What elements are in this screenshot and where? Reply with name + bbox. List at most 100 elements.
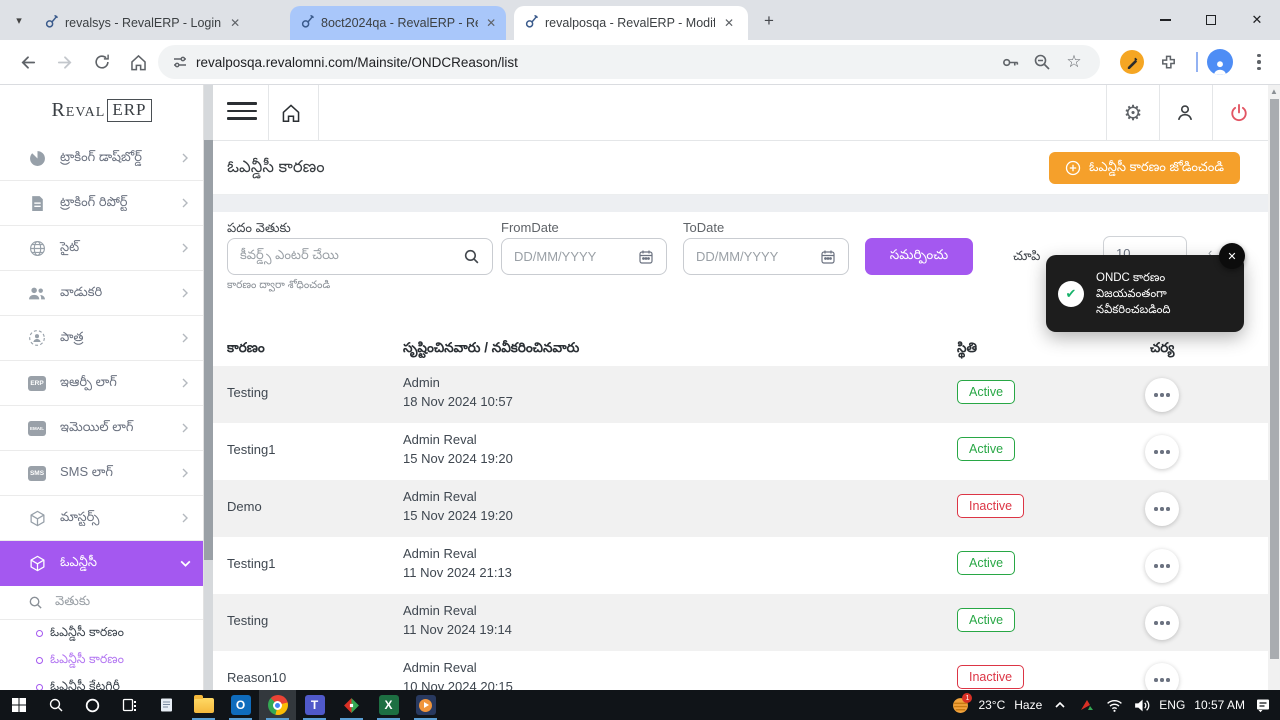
sidebar-item-menu[interactable]: పాత్ర bbox=[0, 316, 203, 361]
row-actions-ellipsis-button[interactable] bbox=[1145, 378, 1179, 412]
taskbar-notepad-icon[interactable] bbox=[148, 690, 185, 720]
showing-label: చూపి bbox=[1013, 248, 1040, 267]
browser-menu-kebab-icon[interactable] bbox=[1246, 49, 1272, 75]
sidebar: RevalERP ట్రాకింగ్ డాష్‌బోర్డ్ట్రాకింగ్ … bbox=[0, 85, 204, 690]
back-icon[interactable] bbox=[14, 48, 42, 76]
sidebar-item-menu[interactable]: సైట్ bbox=[0, 226, 203, 271]
sidebar-item-menu[interactable]: మాస్టర్స్ bbox=[0, 496, 203, 541]
extension-colorzilla-icon[interactable] bbox=[1119, 49, 1145, 75]
add-ondc-reason-button[interactable]: ఓఎన్డీసీ కారణం జోడించండి bbox=[1049, 152, 1240, 184]
sidebar-item-menu[interactable]: ట్రాకింగ్ రిపోర్ట్ bbox=[0, 181, 203, 226]
row-actions-ellipsis-button[interactable] bbox=[1145, 549, 1179, 583]
tray-condition[interactable]: Haze bbox=[1014, 698, 1042, 712]
todate-input[interactable]: DD/MM/YYYY bbox=[683, 238, 849, 275]
taskbar-chrome-icon[interactable] bbox=[259, 690, 296, 720]
toast-close-icon[interactable]: ✕ bbox=[1219, 243, 1245, 269]
volume-icon[interactable] bbox=[1132, 696, 1150, 714]
new-tab-button[interactable]: + bbox=[756, 8, 782, 34]
status-badge: Active bbox=[957, 380, 1015, 404]
sidebar-item-menu[interactable]: EMAILఇమెయిల్ లాగ్ bbox=[0, 406, 203, 451]
taskbar-media-player-icon[interactable] bbox=[407, 690, 444, 720]
users-icon bbox=[28, 284, 46, 302]
status-badge: Active bbox=[957, 551, 1015, 575]
site-info-icon[interactable] bbox=[172, 54, 188, 70]
taskbar-windows-start-icon[interactable] bbox=[0, 690, 37, 720]
url-bar[interactable]: revalposqa.revalomni.com/Mainsite/ONDCRe… bbox=[158, 45, 1100, 79]
fromdate-label: FromDate bbox=[501, 220, 559, 235]
sidebar-subitem[interactable]: ఓఎన్డీసీ కారణం bbox=[0, 647, 203, 674]
bookmark-star-icon[interactable]: ☆ bbox=[1062, 50, 1086, 74]
extensions-puzzle-icon[interactable] bbox=[1155, 49, 1181, 75]
sidebar-item-menu[interactable]: ERPఇఆర్పీ లాగ్ bbox=[0, 361, 203, 406]
row-actions-ellipsis-button[interactable] bbox=[1145, 435, 1179, 469]
keyword-search-input[interactable]: కీవర్డ్స్ ఎంటర్ చేయి bbox=[227, 238, 493, 275]
minimize-button[interactable] bbox=[1142, 0, 1188, 40]
close-window-button[interactable]: ✕ bbox=[1234, 0, 1280, 40]
browser-home-icon[interactable] bbox=[124, 48, 152, 76]
browser-tab[interactable]: revalposqa - RevalERP - Modify✕ bbox=[514, 6, 748, 40]
sidebar-item-label: సైట్ bbox=[60, 239, 79, 258]
sidebar-submenu-search[interactable]: వెతుకు bbox=[0, 586, 203, 620]
sidebar-item-label: ట్రాకింగ్ డాష్‌బోర్డ్ bbox=[60, 149, 142, 168]
action-center-icon[interactable] bbox=[1254, 696, 1272, 714]
clock[interactable]: 10:57 AM bbox=[1194, 698, 1245, 712]
status-badge: Inactive bbox=[957, 494, 1024, 518]
scrollbar-up-arrow[interactable]: ▲ bbox=[1270, 87, 1278, 96]
weather-icon[interactable]: 1 bbox=[951, 696, 969, 714]
language-indicator[interactable]: ENG bbox=[1159, 698, 1185, 712]
row-actions-ellipsis-button[interactable] bbox=[1145, 492, 1179, 526]
table-row: Testing1Admin Reval11 Nov 2024 21:13Acti… bbox=[213, 537, 1268, 594]
tray-temperature[interactable]: 23°C bbox=[978, 698, 1005, 712]
url-text[interactable]: revalposqa.revalomni.com/Mainsite/ONDCRe… bbox=[196, 55, 518, 70]
sidebar-item-menu[interactable]: ట్రాకింగ్ డాష్‌బోర్డ్ bbox=[0, 136, 203, 181]
submit-button[interactable]: సమర్పించు bbox=[865, 238, 973, 275]
password-key-icon[interactable] bbox=[998, 50, 1022, 74]
profile-avatar[interactable] bbox=[1207, 49, 1233, 75]
browser-tab-strip: ▾ revalsys - RevalERP - Login✕ 8oct2024qa… bbox=[0, 0, 1280, 40]
taskbar-shapes-app-icon[interactable] bbox=[333, 690, 370, 720]
taskbar-task-view-icon[interactable] bbox=[111, 690, 148, 720]
zoom-indicator-icon[interactable] bbox=[1030, 50, 1054, 74]
browser-tab[interactable]: 8oct2024qa - RevalERP - Return✕ bbox=[290, 6, 506, 40]
tab-close-icon[interactable]: ✕ bbox=[484, 15, 498, 31]
hidden-icons-chevron[interactable] bbox=[1051, 696, 1069, 714]
logout-power-icon[interactable] bbox=[1225, 99, 1253, 127]
app-home-icon[interactable] bbox=[277, 99, 305, 127]
sidebar-item-ondc[interactable]: ఓఎన్డీసీ bbox=[0, 541, 203, 586]
forward-icon[interactable] bbox=[50, 48, 78, 76]
badge-icon: ERP bbox=[28, 374, 46, 392]
taskbar-excel-icon[interactable]: X bbox=[370, 690, 407, 720]
settings-gear-icon[interactable]: ⚙ bbox=[1119, 99, 1147, 127]
scrollbar-thumb[interactable] bbox=[1270, 99, 1279, 659]
fromdate-input[interactable]: DD/MM/YYYY bbox=[501, 238, 667, 275]
taskbar-taskbar-search-icon[interactable] bbox=[37, 690, 74, 720]
cell-reason: Reason10 bbox=[227, 670, 286, 685]
keyword-label: పదం వెతుకు bbox=[227, 220, 291, 239]
tab-search-chevron-icon[interactable]: ▾ bbox=[6, 7, 32, 33]
page-scrollbar[interactable]: ▲ bbox=[1268, 85, 1280, 690]
tab-close-icon[interactable]: ✕ bbox=[227, 15, 243, 31]
user-account-icon[interactable] bbox=[1171, 99, 1199, 127]
weather-badge: 1 bbox=[962, 693, 972, 703]
taskbar-file-explorer-icon[interactable] bbox=[185, 690, 222, 720]
reload-icon[interactable] bbox=[88, 48, 116, 76]
sidebar-item-menu[interactable]: SMSSMS లాగ్ bbox=[0, 451, 203, 496]
browser-tab[interactable]: revalsys - RevalERP - Login✕ bbox=[34, 6, 278, 40]
taskbar-teams-icon[interactable]: T bbox=[296, 690, 333, 720]
hamburger-menu-icon[interactable] bbox=[227, 102, 257, 120]
sidebar-subitem[interactable]: ఓఎన్డీసీ కారణం bbox=[0, 620, 203, 647]
globe-icon bbox=[28, 239, 46, 257]
sidebar-scrollbar[interactable] bbox=[204, 85, 213, 690]
maximize-button[interactable] bbox=[1188, 0, 1234, 40]
sidebar-item-menu[interactable]: వాడుకరి bbox=[0, 271, 203, 316]
subitem-label: ఓఎన్డీసీ కారణం bbox=[50, 652, 124, 670]
taskbar-outlook-icon[interactable]: O bbox=[222, 690, 259, 720]
cell-date: 11 Nov 2024 19:14 bbox=[403, 622, 512, 637]
tab-close-icon[interactable]: ✕ bbox=[721, 15, 737, 31]
row-actions-ellipsis-button[interactable] bbox=[1145, 606, 1179, 640]
wifi-icon[interactable] bbox=[1105, 696, 1123, 714]
sidebar-item-label: వాడుకరి bbox=[60, 284, 102, 303]
taskbar-cortana-icon[interactable] bbox=[74, 690, 111, 720]
toast-message: ONDC కారణం విజయవంతంగా నవీకరించబడింది bbox=[1096, 270, 1171, 318]
tray-app-icon[interactable] bbox=[1078, 696, 1096, 714]
